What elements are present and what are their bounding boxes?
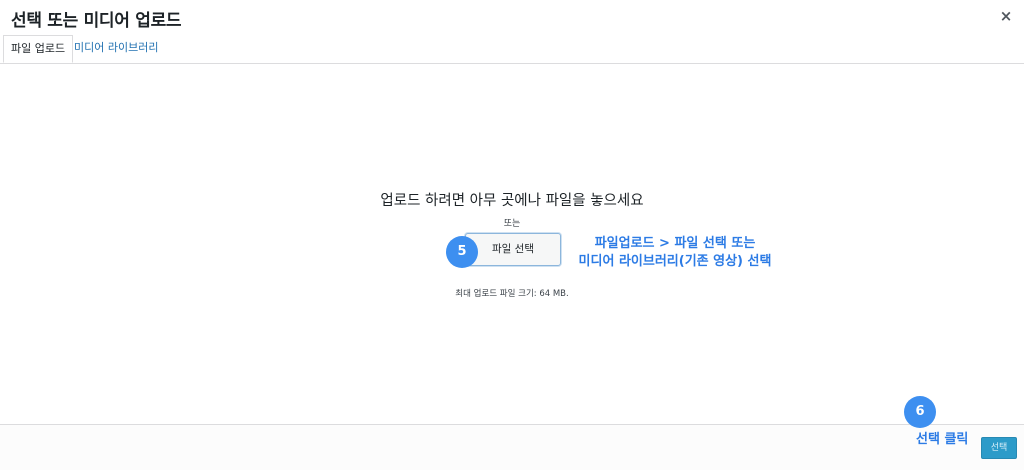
step-badge-5: 5 [446,236,478,268]
annotation-step5-line1: 파일업로드 > 파일 선택 또는 [594,236,756,251]
tab-bar: 파일 업로드 미디어 라이브러리 [0,35,1024,64]
upload-drop-heading: 업로드 하려면 아무 곳에나 파일을 놓으세요 [380,193,644,209]
step-badge-6: 6 [904,396,936,428]
or-separator: 또는 [503,219,521,229]
tab-media-library[interactable]: 미디어 라이브러리 [67,35,165,62]
max-upload-size: 최대 업로드 파일 크기: 64 MB. [455,289,569,299]
select-file-button[interactable]: 파일 선택 [465,233,561,266]
modal-footer [0,424,1024,470]
annotation-step5-line2: 미디어 라이브러리(기존 영상) 선택 [578,254,772,269]
select-button[interactable]: 선택 [981,437,1017,459]
tab-file-upload[interactable]: 파일 업로드 [3,35,74,63]
modal-title: 선택 또는 미디어 업로드 [11,11,182,31]
close-icon[interactable]: × [997,7,1015,25]
annotation-select-click: 선택 클릭 [916,432,969,447]
